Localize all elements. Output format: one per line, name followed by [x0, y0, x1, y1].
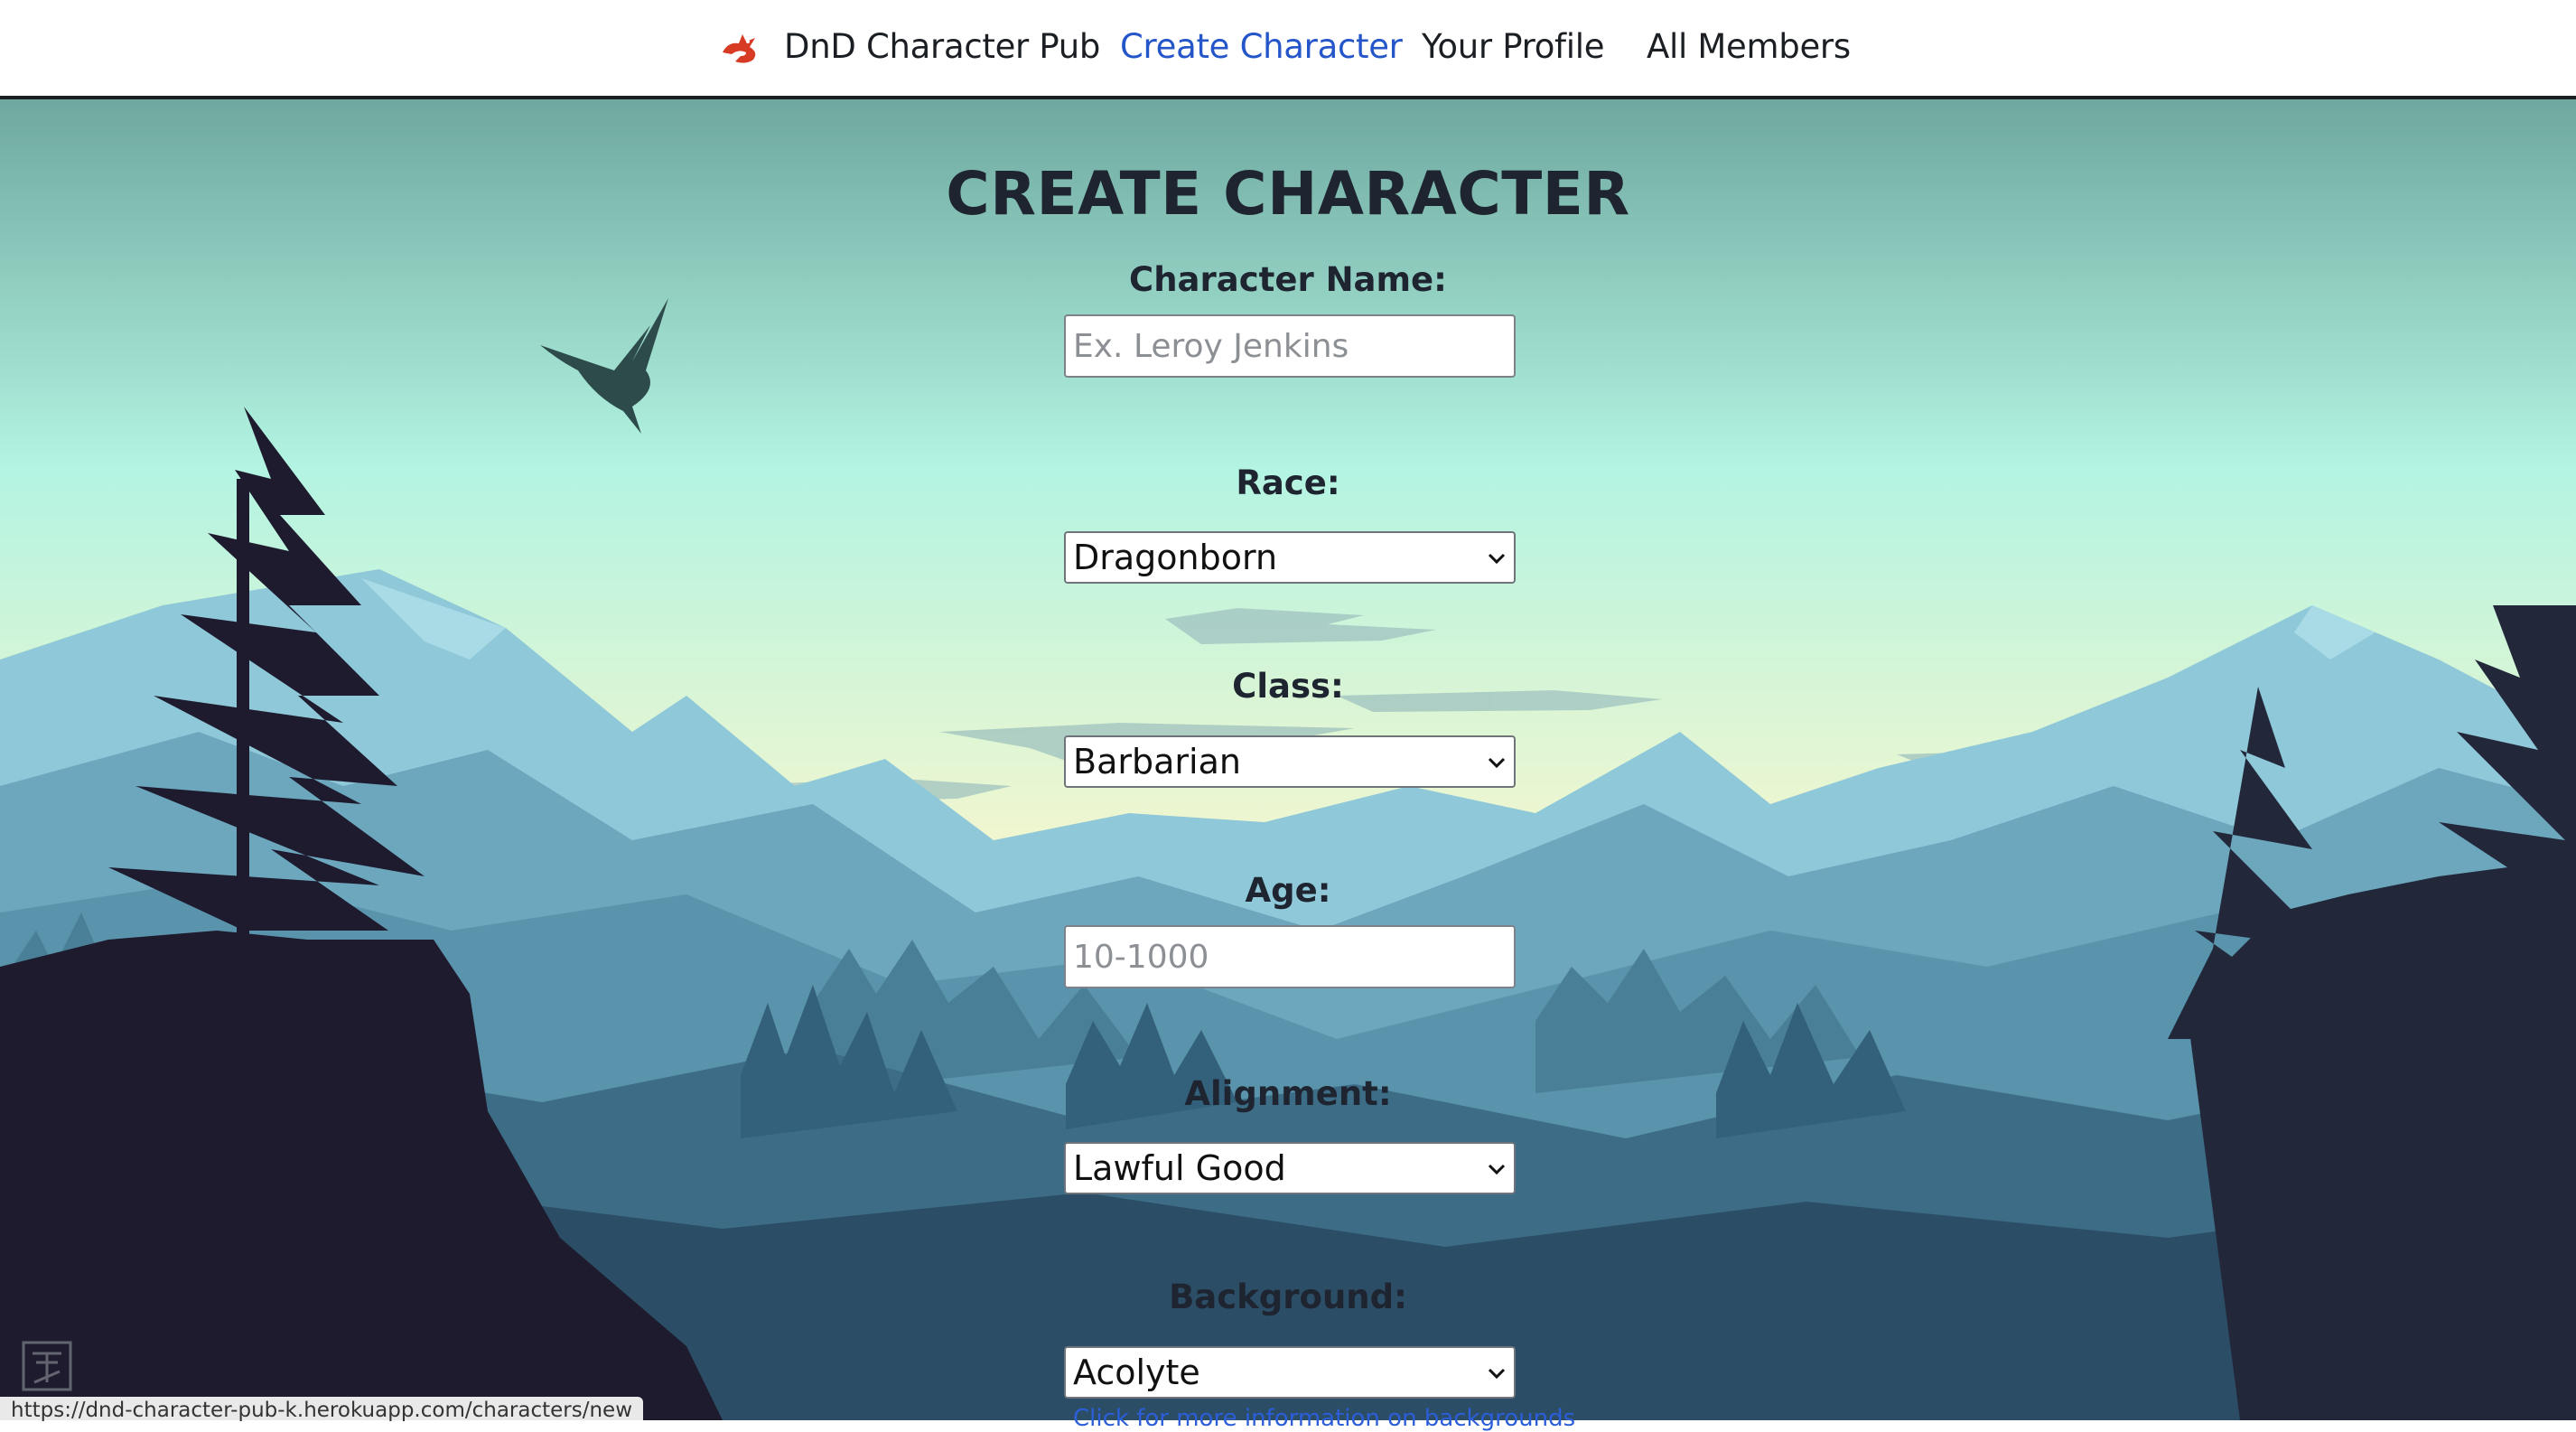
- chevron-down-icon: [1488, 553, 1506, 565]
- dragon-logo-icon[interactable]: [719, 29, 761, 65]
- nav-link-all-members[interactable]: All Members: [1647, 24, 1851, 70]
- nav-link-create-character[interactable]: Create Character: [1120, 24, 1403, 70]
- age-label: Age:: [1245, 871, 1331, 910]
- class-select[interactable]: Barbarian: [1064, 735, 1516, 788]
- seal-icon: [22, 1341, 72, 1391]
- brand-link[interactable]: DnD Character Pub: [784, 24, 1100, 70]
- character-name-input[interactable]: [1064, 314, 1516, 378]
- class-select-value: Barbarian: [1073, 742, 1241, 782]
- status-bar-url: https://dnd-character-pub-k.herokuapp.co…: [0, 1397, 644, 1422]
- alignment-select[interactable]: Lawful Good: [1064, 1142, 1516, 1194]
- race-select-value: Dragonborn: [1073, 538, 1278, 577]
- race-label: Race:: [1236, 463, 1340, 502]
- background-select[interactable]: Acolyte: [1064, 1346, 1516, 1399]
- background-label: Background:: [1169, 1278, 1407, 1316]
- background-info-link[interactable]: Click for more information on background…: [1073, 1405, 1575, 1432]
- chevron-down-icon: [1488, 1368, 1506, 1380]
- alignment-label: Alignment:: [1184, 1074, 1392, 1113]
- age-input[interactable]: [1064, 925, 1516, 988]
- character-name-label: Character Name:: [1129, 260, 1447, 299]
- class-label: Class:: [1232, 667, 1344, 706]
- background-select-value: Acolyte: [1073, 1352, 1200, 1392]
- chevron-down-icon: [1488, 1164, 1506, 1175]
- navbar: DnD Character Pub Create Character Your …: [0, 0, 2576, 99]
- alignment-select-value: Lawful Good: [1073, 1148, 1286, 1188]
- chevron-down-icon: [1488, 757, 1506, 769]
- nav-link-your-profile[interactable]: Your Profile: [1422, 24, 1605, 70]
- race-select[interactable]: Dragonborn: [1064, 531, 1516, 584]
- page-title: CREATE CHARACTER: [946, 159, 1630, 229]
